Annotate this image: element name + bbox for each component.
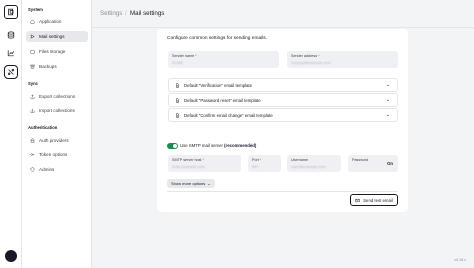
sidebar-item-label: Mail settings bbox=[39, 34, 65, 39]
sidebar-item-label: Import collections bbox=[39, 108, 75, 113]
panel-intro: Configure common settings for sending em… bbox=[167, 36, 267, 41]
document-icon bbox=[176, 98, 179, 102]
document-icon bbox=[176, 83, 179, 87]
avatar[interactable] bbox=[5, 250, 17, 262]
tools-icon[interactable] bbox=[4, 65, 18, 79]
sidebar-item-admins[interactable]: Admins bbox=[26, 164, 88, 175]
send-icon bbox=[30, 34, 35, 39]
sidebar-item-application[interactable]: Application bbox=[26, 16, 88, 27]
document-icon bbox=[176, 113, 179, 117]
import-icon bbox=[30, 108, 35, 113]
field-label: Sender name * bbox=[172, 54, 197, 58]
sidebar-item-files-storage[interactable]: Files storage bbox=[26, 46, 88, 57]
accordion-title: Default "Verification" email template bbox=[184, 82, 253, 88]
sidebar-heading-system: System bbox=[28, 7, 43, 12]
smtp-toggle[interactable] bbox=[167, 143, 178, 149]
sidebar-item-mail-settings[interactable]: Mail settings bbox=[26, 31, 88, 42]
mail-icon bbox=[355, 198, 360, 202]
version-label: v0.16.x bbox=[454, 258, 466, 262]
smtp-toggle-label: Use SMTP mail server (recommended) bbox=[180, 143, 257, 148]
show-more-options-button[interactable]: Show more options ⌄ bbox=[167, 179, 215, 188]
shield-icon bbox=[30, 167, 35, 172]
template-verification-accordion[interactable]: Default "Verification" email template ⌄ bbox=[168, 78, 398, 92]
breadcrumb-settings-link[interactable]: Settings bbox=[100, 10, 122, 17]
divider bbox=[167, 191, 398, 192]
smtp-username-field[interactable]: Username user@example.com bbox=[287, 155, 341, 172]
page-title: Mail settings bbox=[130, 10, 165, 17]
smtp-host-input[interactable]: smtp.example.com bbox=[172, 164, 237, 169]
settings-sidebar: System Application Mail settings Files s… bbox=[22, 0, 92, 268]
smtp-host-field[interactable]: SMTP server host * smtp.example.com bbox=[168, 155, 241, 172]
smtp-password-field[interactable]: Password On bbox=[348, 155, 398, 172]
smtp-port-field[interactable]: Port * 587 bbox=[248, 155, 281, 172]
archive-icon bbox=[30, 64, 35, 69]
chevron-down-icon: ⌄ bbox=[207, 181, 211, 186]
sidebar-item-export-collections[interactable]: Export collections bbox=[26, 91, 88, 102]
sidebar-item-label: Files storage bbox=[39, 49, 66, 54]
export-icon bbox=[30, 94, 35, 99]
sidebar-item-label: Admins bbox=[39, 167, 55, 172]
field-label: Username bbox=[291, 158, 309, 162]
chevron-down-icon: ⌄ bbox=[385, 112, 390, 118]
sidebar-item-auth-providers[interactable]: Auth providers bbox=[26, 135, 88, 146]
sidebar-item-label: Token options bbox=[39, 152, 68, 157]
chevron-down-icon: ⌄ bbox=[385, 97, 390, 103]
sidebar-item-token-options[interactable]: Token options bbox=[26, 149, 88, 160]
info-icon[interactable]: ⓘ bbox=[249, 143, 253, 149]
key-icon bbox=[30, 153, 35, 156]
chart-icon[interactable] bbox=[4, 46, 18, 60]
icon-rail bbox=[0, 0, 22, 268]
sidebar-item-label: Application bbox=[39, 19, 62, 24]
sidebar-heading-authentication: Authentication bbox=[28, 125, 58, 130]
password-reveal-button[interactable]: On bbox=[387, 161, 393, 166]
database-icon[interactable] bbox=[4, 28, 18, 42]
sidebar-item-label: Auth providers bbox=[39, 138, 69, 143]
smtp-port-input[interactable]: 587 bbox=[252, 164, 277, 169]
sidebar-item-import-collections[interactable]: Import collections bbox=[26, 105, 88, 116]
field-label: Port * bbox=[252, 158, 262, 162]
chevron-down-icon: ⌄ bbox=[385, 82, 390, 88]
field-label: SMTP server host * bbox=[172, 158, 204, 162]
sidebar-item-backups[interactable]: Backups bbox=[26, 61, 88, 72]
sidebar-item-label: Export collections bbox=[39, 94, 76, 99]
field-label: Sender address * bbox=[291, 54, 320, 58]
send-test-email-button[interactable]: Send test email bbox=[350, 194, 398, 206]
template-password-reset-accordion[interactable]: Default "Password reset" email template … bbox=[168, 93, 398, 107]
folder-icon bbox=[30, 50, 35, 54]
breadcrumb: Settings / Mail settings bbox=[92, 0, 474, 28]
breadcrumb-separator: / bbox=[125, 10, 127, 17]
sidebar-heading-sync: Sync bbox=[28, 81, 39, 86]
sender-name-field[interactable]: Sender name * ACME bbox=[168, 51, 279, 68]
accordion-title: Default "Confirm email change" email tem… bbox=[184, 112, 273, 118]
sender-name-input[interactable]: ACME bbox=[172, 60, 275, 65]
sender-address-field[interactable]: Sender address * noreply@example.com bbox=[287, 51, 398, 68]
lock-icon bbox=[30, 138, 35, 143]
template-confirm-email-change-accordion[interactable]: Default "Confirm email change" email tem… bbox=[168, 108, 398, 122]
sidebar-item-label: Backups bbox=[39, 64, 57, 69]
logo-icon[interactable] bbox=[4, 5, 18, 19]
accordion-title: Default "Password reset" email template bbox=[184, 97, 261, 103]
mail-settings-panel: Configure common settings for sending em… bbox=[157, 29, 408, 212]
home-icon bbox=[30, 19, 35, 24]
smtp-username-input[interactable]: user@example.com bbox=[291, 164, 337, 169]
sender-address-input[interactable]: noreply@example.com bbox=[291, 60, 394, 65]
